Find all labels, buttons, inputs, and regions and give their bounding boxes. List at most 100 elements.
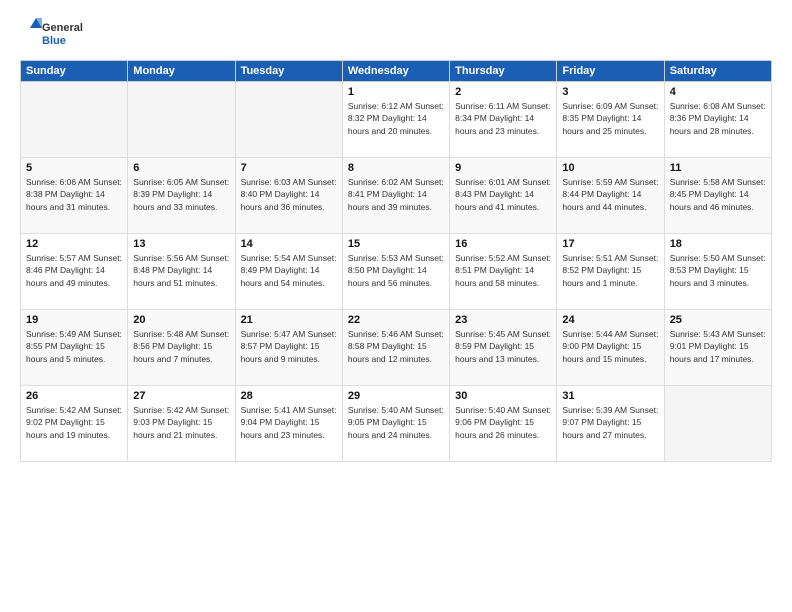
day-number: 24 xyxy=(562,314,658,326)
calendar-cell: 24 Sunrise: 5:44 AM Sunset: 9:00 PM Dayli… xyxy=(557,310,664,386)
day-info: Sunrise: 6:06 AM Sunset: 8:38 PM Dayligh… xyxy=(26,176,122,213)
header-cell-thursday: Thursday xyxy=(450,61,557,82)
day-info: Sunrise: 6:09 AM Sunset: 8:35 PM Dayligh… xyxy=(562,100,658,137)
day-info: Sunrise: 5:57 AM Sunset: 8:46 PM Dayligh… xyxy=(26,252,122,289)
day-info: Sunrise: 6:01 AM Sunset: 8:43 PM Dayligh… xyxy=(455,176,551,213)
day-info: Sunrise: 6:02 AM Sunset: 8:41 PM Dayligh… xyxy=(348,176,444,213)
day-info: Sunrise: 5:49 AM Sunset: 8:55 PM Dayligh… xyxy=(26,328,122,365)
calendar-cell: 3Sunrise: 6:09 AM Sunset: 8:35 PM Daylig… xyxy=(557,82,664,158)
header: General Blue xyxy=(20,16,772,52)
calendar-cell xyxy=(128,82,235,158)
day-number: 10 xyxy=(562,162,658,174)
calendar-cell: 29Sunrise: 5:40 AM Sunset: 9:05 PM Dayli… xyxy=(342,386,449,462)
day-number: 25 xyxy=(670,314,766,326)
calendar-cell: 27Sunrise: 5:42 AM Sunset: 9:03 PM Dayli… xyxy=(128,386,235,462)
header-cell-friday: Friday xyxy=(557,61,664,82)
calendar-cell: 11 Sunrise: 5:58 AM Sunset: 8:45 PM Dayli… xyxy=(664,158,771,234)
day-info: Sunrise: 5:39 AM Sunset: 9:07 PM Dayligh… xyxy=(562,404,658,441)
day-info: Sunrise: 6:11 AM Sunset: 8:34 PM Dayligh… xyxy=(455,100,551,137)
day-number: 4 xyxy=(670,86,766,98)
calendar-cell: 25 Sunrise: 5:43 AM Sunset: 9:01 PM Dayli… xyxy=(664,310,771,386)
day-number: 5 xyxy=(26,162,122,174)
calendar-cell xyxy=(664,386,771,462)
week-row-0: 1Sunrise: 6:12 AM Sunset: 8:32 PM Daylig… xyxy=(21,82,772,158)
day-number: 16 xyxy=(455,238,551,250)
calendar-cell xyxy=(235,82,342,158)
week-row-2: 12Sunrise: 5:57 AM Sunset: 8:46 PM Dayli… xyxy=(21,234,772,310)
day-number: 18 xyxy=(670,238,766,250)
day-number: 14 xyxy=(241,238,337,250)
day-info: Sunrise: 5:44 AM Sunset: 9:00 PM Dayligh… xyxy=(562,328,658,365)
calendar-cell: 21 Sunrise: 5:47 AM Sunset: 8:57 PM Dayli… xyxy=(235,310,342,386)
day-info: Sunrise: 5:54 AM Sunset: 8:49 PM Dayligh… xyxy=(241,252,337,289)
calendar-cell: 17Sunrise: 5:51 AM Sunset: 8:52 PM Dayli… xyxy=(557,234,664,310)
calendar-cell: 9 Sunrise: 6:01 AM Sunset: 8:43 PM Daylig… xyxy=(450,158,557,234)
day-number: 23 xyxy=(455,314,551,326)
header-cell-monday: Monday xyxy=(128,61,235,82)
calendar-cell: 23Sunrise: 5:45 AM Sunset: 8:59 PM Dayli… xyxy=(450,310,557,386)
calendar-cell: 19 Sunrise: 5:49 AM Sunset: 8:55 PM Dayli… xyxy=(21,310,128,386)
day-info: Sunrise: 5:48 AM Sunset: 8:56 PM Dayligh… xyxy=(133,328,229,365)
calendar-cell: 18 Sunrise: 5:50 AM Sunset: 8:53 PM Dayli… xyxy=(664,234,771,310)
calendar-cell: 4 Sunrise: 6:08 AM Sunset: 8:36 PM Daylig… xyxy=(664,82,771,158)
calendar-cell: 8Sunrise: 6:02 AM Sunset: 8:41 PM Daylig… xyxy=(342,158,449,234)
day-number: 15 xyxy=(348,238,444,250)
day-number: 29 xyxy=(348,390,444,402)
day-info: Sunrise: 5:53 AM Sunset: 8:50 PM Dayligh… xyxy=(348,252,444,289)
day-number: 2 xyxy=(455,86,551,98)
logo-graphic: General Blue xyxy=(20,16,110,52)
header-cell-tuesday: Tuesday xyxy=(235,61,342,82)
day-info: Sunrise: 5:43 AM Sunset: 9:01 PM Dayligh… xyxy=(670,328,766,365)
day-info: Sunrise: 5:58 AM Sunset: 8:45 PM Dayligh… xyxy=(670,176,766,213)
calendar-cell: 26 Sunrise: 5:42 AM Sunset: 9:02 PM Dayli… xyxy=(21,386,128,462)
calendar-cell xyxy=(21,82,128,158)
day-info: Sunrise: 5:40 AM Sunset: 9:06 PM Dayligh… xyxy=(455,404,551,441)
day-number: 6 xyxy=(133,162,229,174)
day-info: Sunrise: 5:42 AM Sunset: 9:03 PM Dayligh… xyxy=(133,404,229,441)
day-info: Sunrise: 5:42 AM Sunset: 9:02 PM Dayligh… xyxy=(26,404,122,441)
day-info: Sunrise: 5:46 AM Sunset: 8:58 PM Dayligh… xyxy=(348,328,444,365)
day-number: 7 xyxy=(241,162,337,174)
calendar-table: SundayMondayTuesdayWednesdayThursdayFrid… xyxy=(20,60,772,462)
day-number: 26 xyxy=(26,390,122,402)
calendar-cell: 6Sunrise: 6:05 AM Sunset: 8:39 PM Daylig… xyxy=(128,158,235,234)
day-number: 11 xyxy=(670,162,766,174)
day-number: 30 xyxy=(455,390,551,402)
day-info: Sunrise: 5:56 AM Sunset: 8:48 PM Dayligh… xyxy=(133,252,229,289)
day-number: 13 xyxy=(133,238,229,250)
calendar-cell: 13 Sunrise: 5:56 AM Sunset: 8:48 PM Dayli… xyxy=(128,234,235,310)
calendar-cell: 20 Sunrise: 5:48 AM Sunset: 8:56 PM Dayli… xyxy=(128,310,235,386)
calendar-cell: 5 Sunrise: 6:06 AM Sunset: 8:38 PM Daylig… xyxy=(21,158,128,234)
day-number: 28 xyxy=(241,390,337,402)
day-info: Sunrise: 5:59 AM Sunset: 8:44 PM Dayligh… xyxy=(562,176,658,213)
week-row-1: 5 Sunrise: 6:06 AM Sunset: 8:38 PM Daylig… xyxy=(21,158,772,234)
header-cell-sunday: Sunday xyxy=(21,61,128,82)
calendar-cell: 14 Sunrise: 5:54 AM Sunset: 8:49 PM Dayli… xyxy=(235,234,342,310)
week-row-3: 19 Sunrise: 5:49 AM Sunset: 8:55 PM Dayli… xyxy=(21,310,772,386)
day-info: Sunrise: 6:03 AM Sunset: 8:40 PM Dayligh… xyxy=(241,176,337,213)
day-number: 20 xyxy=(133,314,229,326)
calendar-cell: 28 Sunrise: 5:41 AM Sunset: 9:04 PM Dayli… xyxy=(235,386,342,462)
day-info: Sunrise: 5:47 AM Sunset: 8:57 PM Dayligh… xyxy=(241,328,337,365)
calendar-cell: 31 Sunrise: 5:39 AM Sunset: 9:07 PM Dayli… xyxy=(557,386,664,462)
header-cell-saturday: Saturday xyxy=(664,61,771,82)
calendar-cell: 10 Sunrise: 5:59 AM Sunset: 8:44 PM Dayli… xyxy=(557,158,664,234)
svg-text:Blue: Blue xyxy=(42,35,66,47)
day-number: 17 xyxy=(562,238,658,250)
calendar-cell: 7 Sunrise: 6:03 AM Sunset: 8:40 PM Daylig… xyxy=(235,158,342,234)
day-info: Sunrise: 6:08 AM Sunset: 8:36 PM Dayligh… xyxy=(670,100,766,137)
page: General Blue SundayMondayTuesdayWednesda… xyxy=(0,0,792,612)
day-number: 31 xyxy=(562,390,658,402)
day-info: Sunrise: 5:41 AM Sunset: 9:04 PM Dayligh… xyxy=(241,404,337,441)
day-info: Sunrise: 5:50 AM Sunset: 8:53 PM Dayligh… xyxy=(670,252,766,289)
header-cell-wednesday: Wednesday xyxy=(342,61,449,82)
calendar-cell: 16 Sunrise: 5:52 AM Sunset: 8:51 PM Dayli… xyxy=(450,234,557,310)
day-number: 9 xyxy=(455,162,551,174)
header-row: SundayMondayTuesdayWednesdayThursdayFrid… xyxy=(21,61,772,82)
day-info: Sunrise: 6:12 AM Sunset: 8:32 PM Dayligh… xyxy=(348,100,444,137)
day-info: Sunrise: 5:52 AM Sunset: 8:51 PM Dayligh… xyxy=(455,252,551,289)
day-number: 19 xyxy=(26,314,122,326)
calendar-cell: 12Sunrise: 5:57 AM Sunset: 8:46 PM Dayli… xyxy=(21,234,128,310)
calendar-cell: 1Sunrise: 6:12 AM Sunset: 8:32 PM Daylig… xyxy=(342,82,449,158)
day-number: 21 xyxy=(241,314,337,326)
